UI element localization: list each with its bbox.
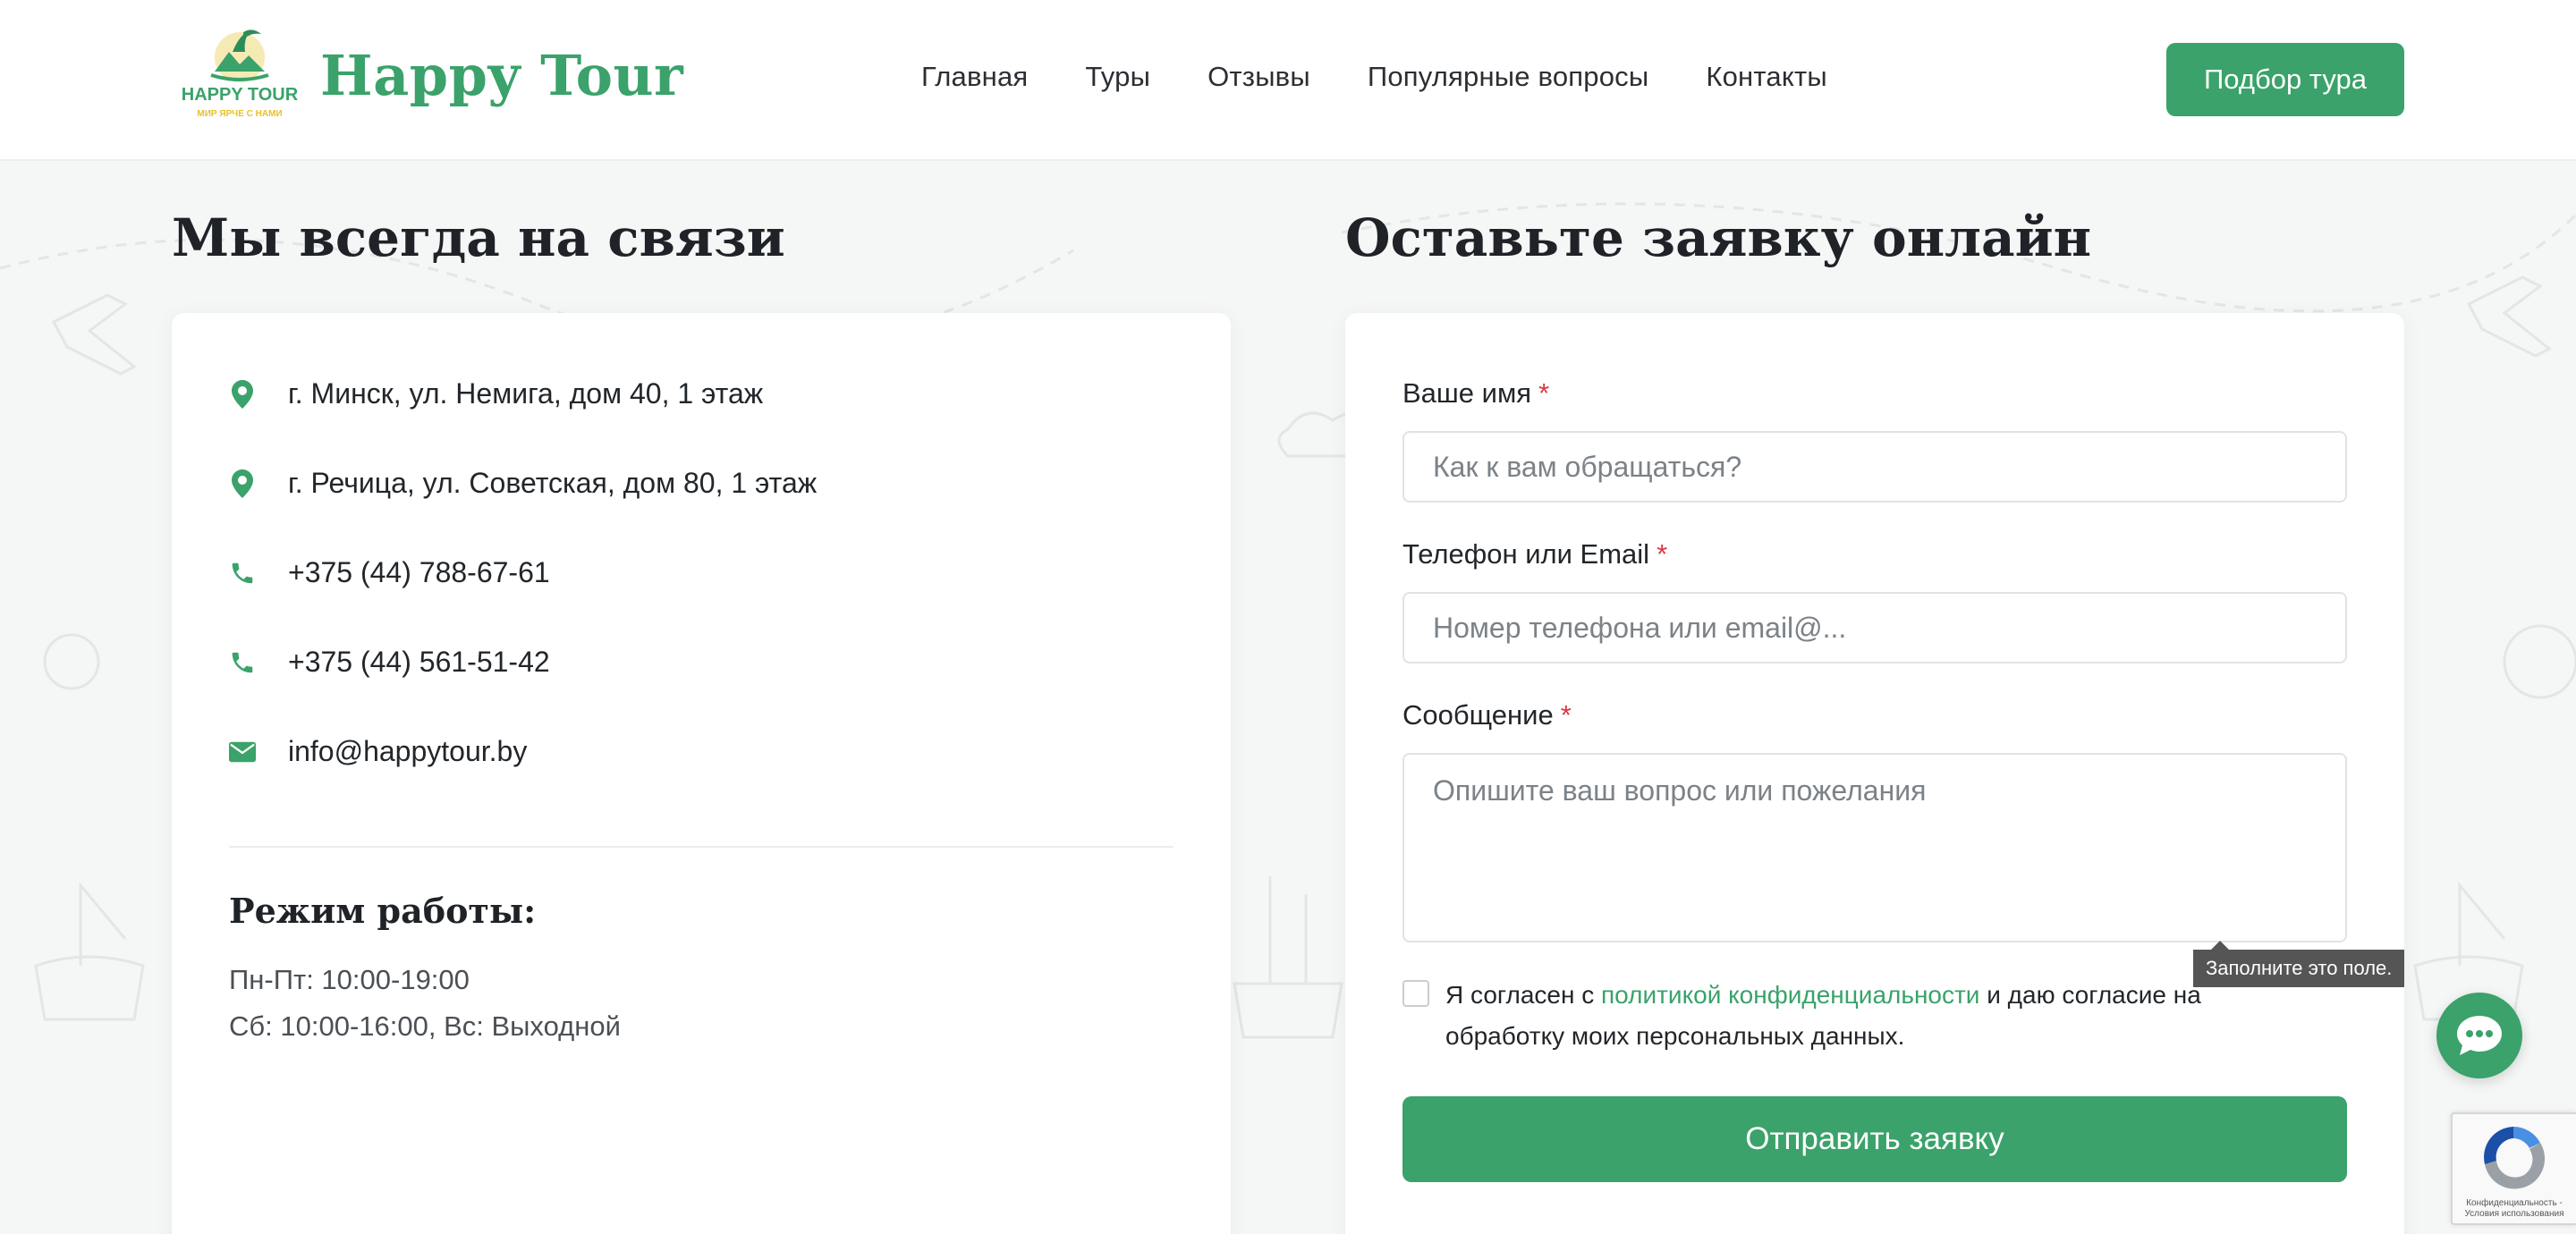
happy-tour-logo[interactable]: HAPPY TOUR МИР ЯРЧЕ С НАМИ (179, 25, 301, 125)
nav-contacts[interactable]: Контакты (1706, 61, 1827, 93)
contact-phone-2[interactable]: +375 (44) 561-51-42 (229, 646, 550, 679)
message-label: Сообщение * (1402, 699, 1572, 731)
name-label: Ваше имя * (1402, 377, 1549, 410)
map-pin-icon (229, 379, 256, 410)
contact-address-minsk: г. Минск, ул. Немига, дом 40, 1 этаж (229, 377, 763, 410)
contact-text[interactable]: +375 (44) 788-67-61 (288, 556, 550, 589)
message-label-text: Сообщение (1402, 699, 1554, 731)
contact-email[interactable]: info@happytour.by (229, 735, 527, 768)
contact-text[interactable]: info@happytour.by (288, 735, 527, 768)
required-mark: * (1657, 538, 1668, 570)
recaptcha-logo-icon (2484, 1127, 2546, 1189)
message-textarea[interactable] (1402, 753, 2347, 942)
phone-icon (229, 647, 256, 678)
contact-text[interactable]: +375 (44) 561-51-42 (288, 646, 550, 679)
recaptcha-badge[interactable]: Конфиденциальность - Условия использован… (2451, 1112, 2576, 1225)
brand-name[interactable]: Happy Tour (320, 43, 683, 108)
divider (229, 846, 1174, 848)
required-mark: * (1538, 377, 1550, 409)
contacts-card: г. Минск, ул. Немига, дом 40, 1 этаж г. … (172, 313, 1231, 1234)
map-pin-icon (229, 469, 256, 499)
nav-reviews[interactable]: Отзывы (1208, 61, 1310, 93)
working-hours-title: Режим работы: (229, 891, 537, 931)
nav-faq[interactable]: Популярные вопросы (1368, 61, 1649, 93)
chat-button[interactable] (2436, 993, 2522, 1078)
contact-address-rechitsa: г. Речица, ул. Советская, дом 80, 1 этаж (229, 467, 817, 500)
nav-tours[interactable]: Туры (1085, 61, 1150, 93)
logo-top-text: HAPPY TOUR (182, 85, 299, 105)
privacy-policy-link[interactable]: политикой конфиденциальности (1601, 981, 1979, 1009)
consent-checkbox[interactable] (1402, 980, 1429, 1007)
validation-tooltip: Заполните это поле. (2193, 941, 2405, 987)
consent-text: Я согласен с политикой конфиденциальност… (1445, 975, 2277, 1057)
contact-phone-1[interactable]: +375 (44) 788-67-61 (229, 556, 550, 589)
contact-text: г. Речица, ул. Советская, дом 80, 1 этаж (288, 467, 818, 499)
logo-subtitle: МИР ЯРЧЕ С НАМИ (197, 109, 282, 119)
consent-pre: Я согласен с (1445, 981, 1601, 1009)
nav-home[interactable]: Главная (921, 61, 1028, 93)
contact-input[interactable] (1402, 592, 2347, 663)
envelope-icon (229, 737, 256, 767)
hours-weekdays: Пн-Пт: 10:00-19:00 (229, 964, 470, 995)
main-nav: Главная Туры Отзывы Популярные вопросы К… (921, 61, 1827, 93)
recaptcha-links[interactable]: Конфиденциальность - Условия использован… (2458, 1198, 2571, 1220)
site-header: HAPPY TOUR МИР ЯРЧЕ С НАМИ Happy Tour Гл… (0, 0, 2576, 161)
required-mark: * (1560, 699, 1572, 731)
submit-request-button[interactable]: Отправить заявку (1402, 1096, 2347, 1182)
name-label-text: Ваше имя (1402, 377, 1532, 409)
name-input[interactable] (1402, 431, 2347, 503)
contact-label: Телефон или Email * (1402, 538, 1667, 571)
phone-icon (229, 558, 256, 588)
hours-weekend: Сб: 10:00-16:00, Вс: Выходной (229, 1010, 621, 1042)
chat-bubble-icon (2457, 1016, 2502, 1055)
form-heading: Оставьте заявку онлайн (1345, 207, 2092, 268)
contact-label-text: Телефон или Email (1402, 538, 1650, 570)
contacts-heading: Мы всегда на связи (172, 207, 785, 268)
contact-text: г. Минск, ул. Немига, дом 40, 1 этаж (288, 377, 764, 410)
tour-selection-button[interactable]: Подбор тура (2166, 43, 2404, 116)
request-form-card: Ваше имя* Телефон или Email* Сообщение* … (1345, 313, 2404, 1234)
